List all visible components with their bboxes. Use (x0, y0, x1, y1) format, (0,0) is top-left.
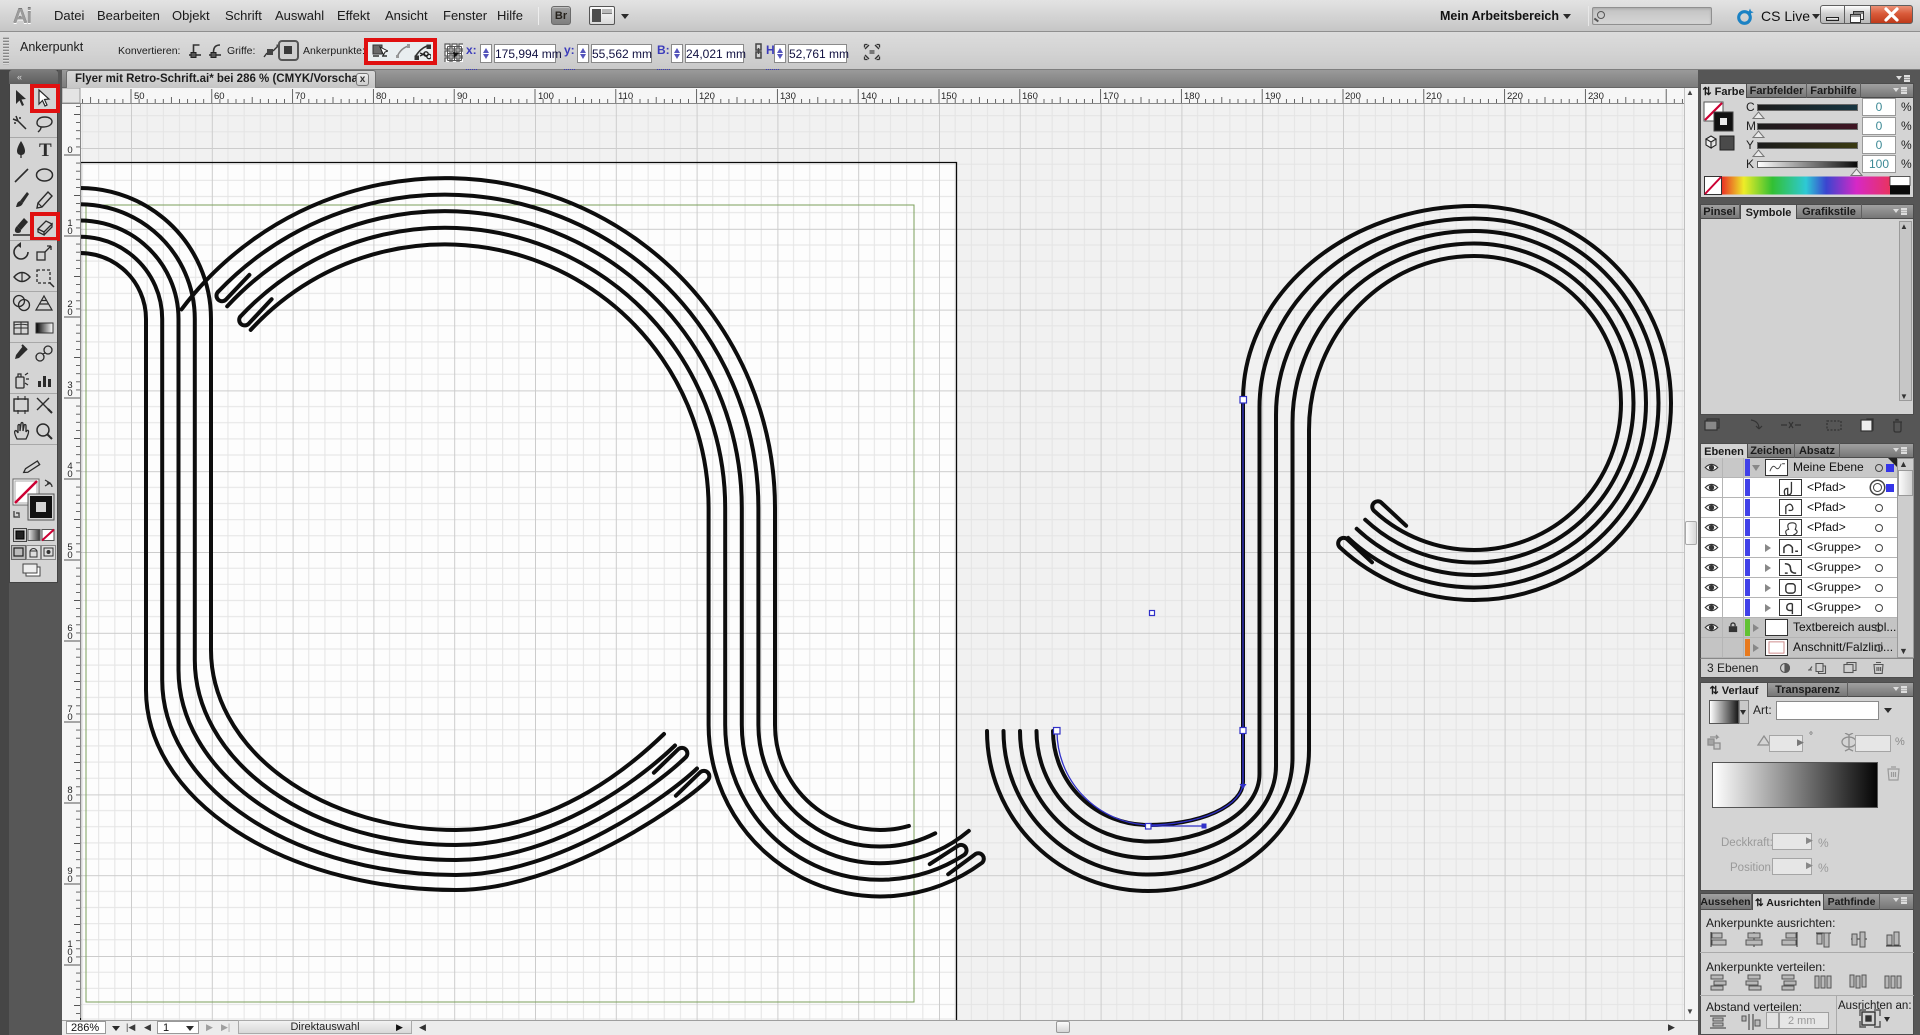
svg-text:130: 130 (780, 91, 796, 102)
svg-text:100: 100 (67, 939, 72, 966)
svg-text:150: 150 (941, 91, 957, 102)
svg-text:200: 200 (1345, 91, 1361, 102)
svg-text:50: 50 (67, 542, 72, 561)
svg-text:80: 80 (67, 785, 72, 804)
svg-text:160: 160 (1022, 91, 1038, 102)
svg-text:140: 140 (861, 91, 877, 102)
svg-text:90: 90 (457, 91, 468, 102)
svg-text:0: 0 (67, 145, 72, 156)
svg-text:110: 110 (618, 91, 633, 102)
svg-text:180: 180 (1184, 91, 1200, 102)
svg-text:70: 70 (295, 91, 306, 102)
svg-text:100: 100 (538, 91, 554, 102)
svg-text:80: 80 (376, 91, 387, 102)
svg-text:210: 210 (1426, 91, 1442, 102)
svg-text:190: 190 (1265, 91, 1281, 102)
svg-text:50: 50 (134, 91, 145, 102)
svg-text:10: 10 (67, 218, 72, 237)
svg-text:120: 120 (699, 91, 715, 102)
svg-text:T: T (39, 140, 52, 160)
svg-text:90: 90 (67, 866, 72, 885)
svg-text:170: 170 (1103, 91, 1119, 102)
svg-text:60: 60 (214, 91, 225, 102)
svg-text:220: 220 (1507, 91, 1523, 102)
svg-text:20: 20 (67, 299, 72, 318)
svg-text:230: 230 (1588, 91, 1604, 102)
svg-text:30: 30 (67, 380, 72, 399)
svg-text:60: 60 (67, 623, 72, 642)
svg-text:70: 70 (67, 704, 72, 723)
svg-text:40: 40 (67, 461, 72, 480)
